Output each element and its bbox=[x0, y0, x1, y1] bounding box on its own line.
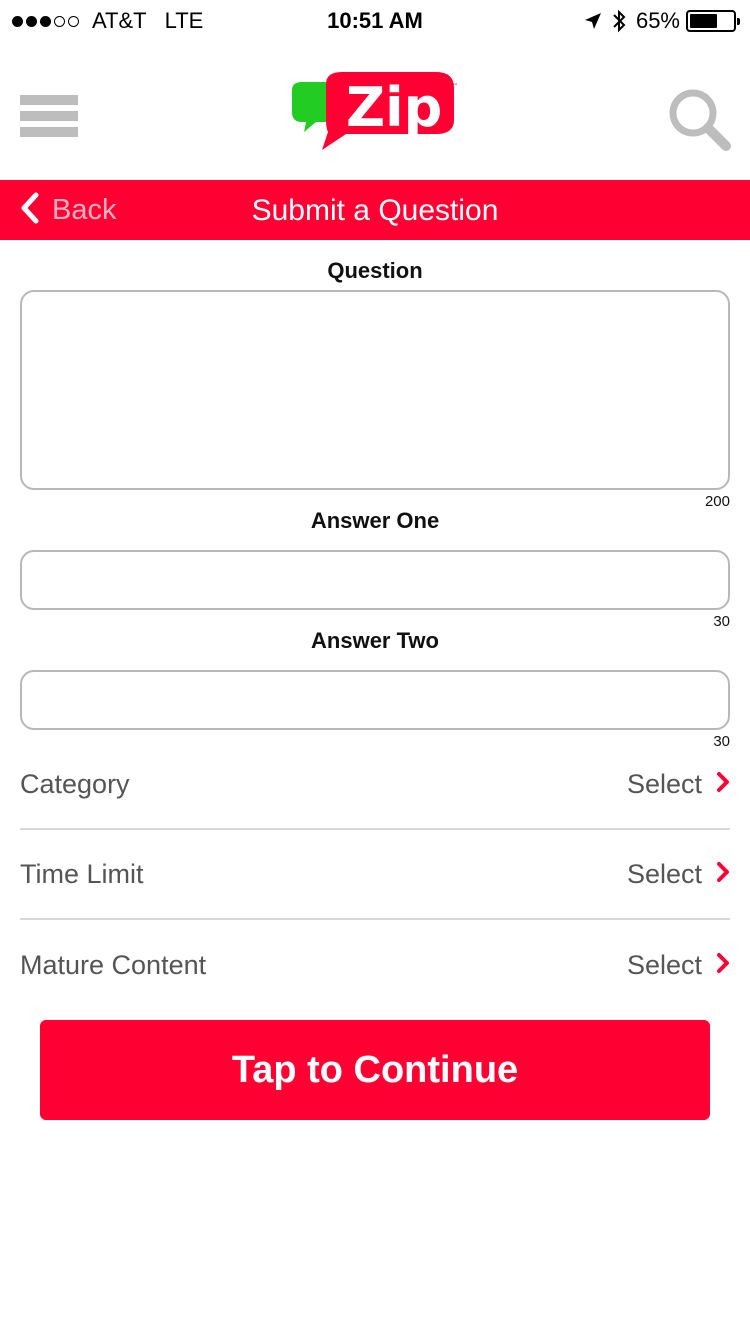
time-limit-select-value: Select bbox=[626, 858, 702, 889]
chevron-right-icon bbox=[716, 952, 730, 979]
location-arrow-icon bbox=[584, 12, 602, 30]
category-select-value: Select bbox=[626, 768, 702, 799]
bluetooth-icon bbox=[612, 9, 626, 33]
chevron-right-icon bbox=[716, 861, 730, 888]
page-title: Submit a Question bbox=[251, 194, 499, 227]
chevron-right-icon bbox=[716, 771, 730, 798]
answer-two-label: Answer Two bbox=[311, 628, 439, 653]
question-textarea[interactable] bbox=[20, 290, 730, 490]
category-label: Category bbox=[20, 768, 130, 799]
mature-content-row[interactable]: Mature Content Select bbox=[20, 920, 730, 1010]
hamburger-menu-icon[interactable] bbox=[20, 95, 78, 145]
answer-one-label: Answer One bbox=[310, 508, 440, 533]
time-limit-row[interactable]: Time Limit Select bbox=[20, 830, 730, 920]
svg-text:™: ™ bbox=[452, 83, 458, 90]
category-row[interactable]: Category Select bbox=[20, 740, 730, 830]
answer-one-input[interactable] bbox=[20, 550, 730, 610]
battery-icon bbox=[686, 10, 740, 32]
status-bar: AT&T LTE 10:51 AM 65% bbox=[0, 0, 750, 40]
search-icon[interactable] bbox=[668, 88, 732, 152]
battery-fill bbox=[690, 14, 718, 28]
status-right: 65% bbox=[584, 8, 740, 34]
time-limit-label: Time Limit bbox=[20, 858, 144, 889]
svg-text:Zip: Zip bbox=[346, 76, 442, 139]
tap-to-continue-button[interactable]: Tap to Continue bbox=[40, 1020, 710, 1120]
mature-content-label: Mature Content bbox=[20, 949, 207, 980]
zip-logo: Zip ™ bbox=[286, 68, 466, 158]
battery-percentage: 65% bbox=[635, 8, 680, 33]
answer-two-input[interactable] bbox=[20, 670, 730, 730]
title-bar: Back Submit a Question bbox=[0, 180, 750, 240]
mature-content-select-value: Select bbox=[626, 949, 702, 980]
question-label: Question bbox=[327, 258, 423, 283]
app-header: Zip ™ bbox=[0, 40, 750, 180]
